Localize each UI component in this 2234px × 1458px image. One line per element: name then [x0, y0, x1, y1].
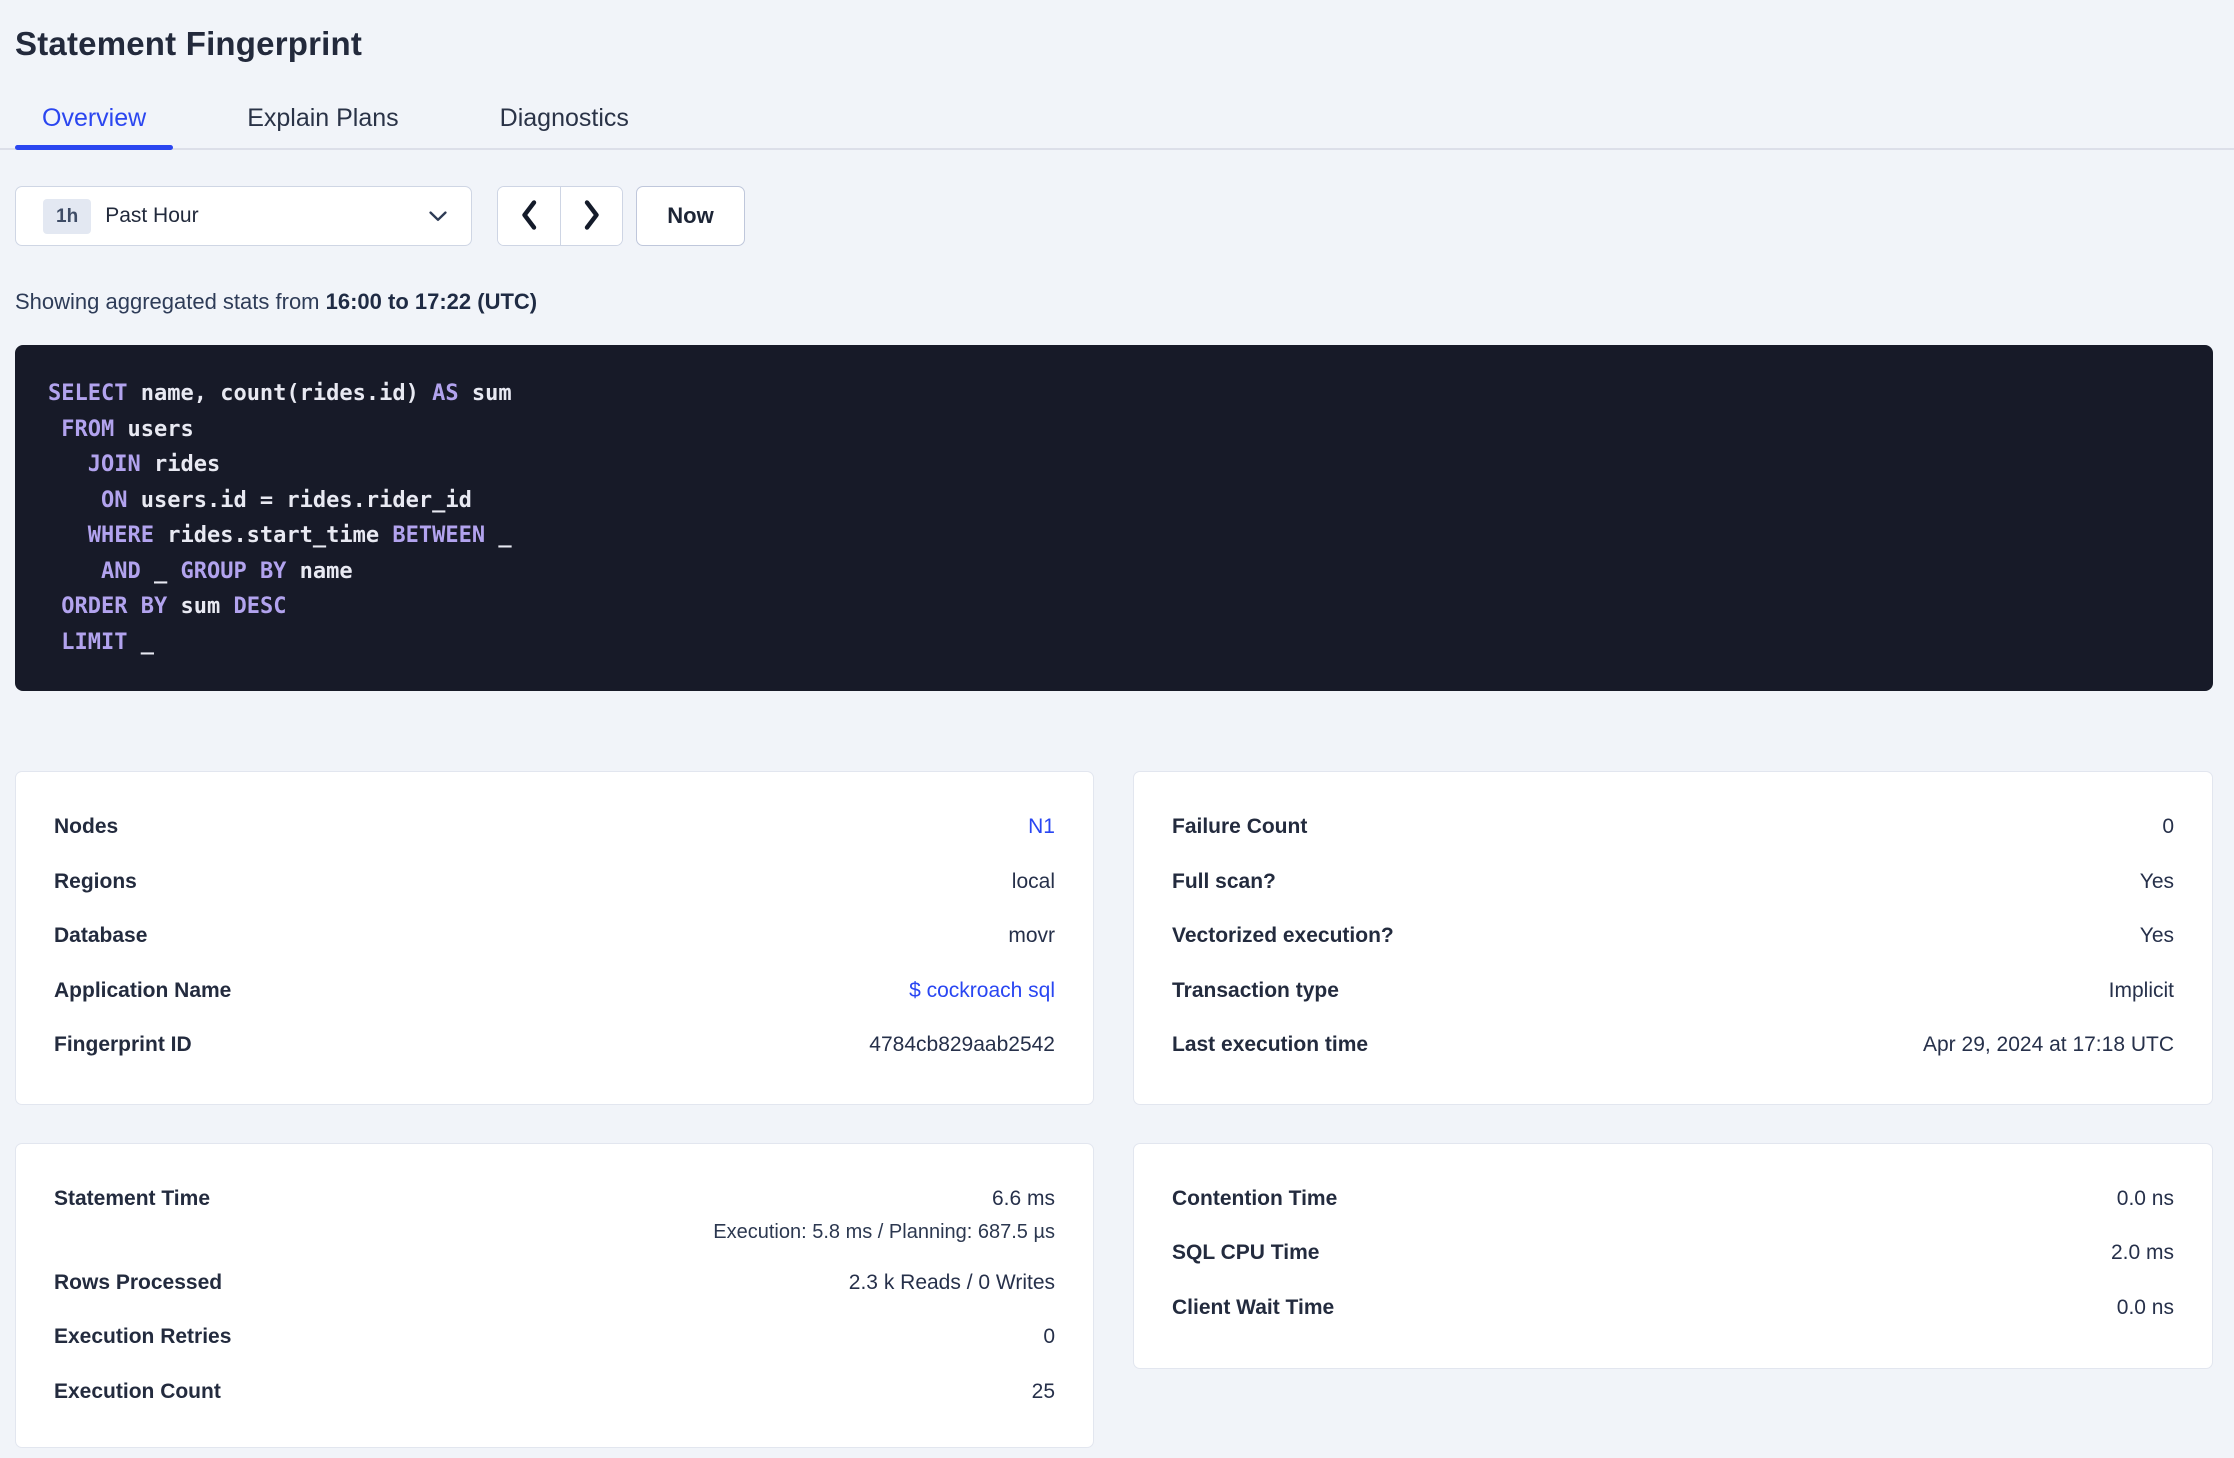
row-label: Contention Time [1172, 1186, 1338, 1210]
row-value: 0 [2162, 815, 2174, 839]
sql-line: WHERE rides.start_time BETWEEN _ [48, 523, 512, 548]
row-value: 2.0 ms [2110, 1241, 2174, 1265]
row-label: Database [54, 924, 148, 948]
detail-row-regions: Regions local [54, 855, 1055, 910]
statement-fingerprint-page: Statement Fingerprint Overview Explain P… [0, 0, 2234, 1448]
row-value: Yes [2139, 924, 2174, 948]
time-pager [497, 186, 623, 246]
row-value: 2.3 k Reads / 0 Writes [848, 1270, 1055, 1294]
sql-statement-code: SELECT name, count(rides.id) AS sum FROM… [48, 376, 2183, 660]
timing-row-contention-time: Contention Time 0.0 ns [1172, 1172, 2174, 1227]
nodes-link[interactable]: N1 [1028, 815, 1055, 839]
row-value: Apr 29, 2024 at 17:18 UTC [1923, 1033, 2174, 1057]
stats-line-prefix: Showing aggregated stats from [15, 289, 326, 314]
row-value: 25 [1031, 1379, 1055, 1403]
detail-row-transaction-type: Transaction type Implicit [1172, 964, 2174, 1019]
time-range-label: Past Hour [105, 204, 199, 227]
sql-line: AND _ GROUP BY name [48, 558, 353, 584]
sql-line: FROM users [48, 416, 194, 442]
row-label: SQL CPU Time [1172, 1241, 1320, 1265]
detail-row-database: Database movr [54, 909, 1055, 964]
chevron-right-icon [581, 199, 603, 234]
detail-row-full-scan: Full scan? Yes [1172, 855, 2174, 910]
row-label: Vectorized execution? [1172, 924, 1394, 948]
page-title: Statement Fingerprint [15, 25, 363, 62]
statement-details-card: Nodes N1 Regions local Database movr App… [15, 771, 1094, 1105]
time-range-badge: 1h [43, 198, 92, 234]
detail-row-fingerprint-id: Fingerprint ID 4784cb829aab2542 [54, 1018, 1055, 1073]
aggregated-stats-line: Showing aggregated stats from 16:00 to 1… [15, 288, 2219, 316]
row-value: 0 [1043, 1325, 1055, 1349]
timing-row-client-wait-time: Client Wait Time 0.0 ns [1172, 1281, 2174, 1336]
row-label: Rows Processed [54, 1270, 223, 1294]
row-label: Execution Count [54, 1379, 221, 1403]
row-value: Implicit [2108, 978, 2174, 1002]
detail-row-vectorized-execution: Vectorized execution? Yes [1172, 909, 2174, 964]
timing-row-sql-cpu-time: SQL CPU Time 2.0 ms [1172, 1226, 2174, 1281]
row-label: Application Name [54, 978, 232, 1002]
detail-row-application-name: Application Name $ cockroach sql [54, 964, 1055, 1019]
tab-bar: Overview Explain Plans Diagnostics [0, 106, 2234, 150]
row-label: Execution Retries [54, 1325, 232, 1349]
timing-row-rows-processed: Rows Processed 2.3 k Reads / 0 Writes [54, 1256, 1055, 1311]
row-label: Fingerprint ID [54, 1033, 192, 1057]
sql-line: JOIN rides [48, 452, 221, 477]
sql-line: ORDER BY sum DESC [48, 594, 287, 619]
detail-row-last-execution-time: Last execution time Apr 29, 2024 at 17:1… [1172, 1018, 2174, 1073]
tab-overview[interactable]: Overview [15, 106, 174, 150]
next-time-button[interactable] [560, 187, 622, 245]
sql-line: SELECT name, count(rides.id) AS sum [48, 381, 512, 406]
wait-timing-card: Contention Time 0.0 ns SQL CPU Time 2.0 … [1133, 1142, 2213, 1369]
row-value: 0.0 ns [2116, 1186, 2174, 1210]
row-label: Client Wait Time [1172, 1295, 1335, 1319]
row-subvalue: Execution: 5.8 ms / Planning: 687.5 µs [713, 1221, 1055, 1243]
execution-attributes-card: Failure Count 0 Full scan? Yes Vectorize… [1133, 771, 2213, 1105]
time-toolbar: 1h Past Hour Now [15, 186, 2219, 246]
timing-row-execution-retries: Execution Retries 0 [54, 1310, 1055, 1365]
row-value: 6.6 ms [991, 1186, 1055, 1210]
row-value: Yes [2139, 869, 2174, 893]
previous-time-button[interactable] [498, 187, 560, 245]
sql-line: LIMIT _ [48, 629, 154, 655]
chevron-down-icon [429, 210, 447, 222]
tab-explain-plans[interactable]: Explain Plans [220, 106, 425, 148]
now-button[interactable]: Now [636, 186, 745, 246]
sql-line: ON users.id = rides.rider_id [48, 487, 472, 513]
row-label: Full scan? [1172, 869, 1276, 893]
application-name-link[interactable]: $ cockroach sql [909, 979, 1055, 1003]
row-label: Transaction type [1172, 978, 1339, 1002]
timing-row-execution-count: Execution Count 25 [54, 1365, 1055, 1420]
stats-line-range: 16:00 to 17:22 (UTC) [325, 289, 538, 314]
tab-diagnostics[interactable]: Diagnostics [473, 106, 656, 148]
row-label: Statement Time [54, 1186, 210, 1210]
row-label: Last execution time [1172, 1033, 1369, 1057]
row-label: Failure Count [1172, 815, 1308, 839]
time-range-dropdown[interactable]: 1h Past Hour [15, 186, 472, 246]
sql-statement-box: SELECT name, count(rides.id) AS sum FROM… [15, 345, 2213, 691]
detail-row-failure-count: Failure Count 0 [1172, 800, 2174, 855]
row-label: Regions [54, 869, 137, 893]
row-value: movr [1008, 924, 1055, 948]
detail-row-nodes: Nodes N1 [54, 800, 1055, 855]
statement-timing-card: Statement Time 6.6 ms Execution: 5.8 ms … [15, 1142, 1094, 1448]
row-value: local [1011, 869, 1055, 893]
timing-row-statement-time: Statement Time 6.6 ms Execution: 5.8 ms … [54, 1172, 1055, 1256]
row-value: 4784cb829aab2542 [869, 1033, 1055, 1057]
row-label: Nodes [54, 815, 119, 839]
chevron-left-icon [518, 199, 540, 234]
row-value: 0.0 ns [2116, 1295, 2174, 1319]
statement-time-values: 6.6 ms Execution: 5.8 ms / Planning: 687… [713, 1172, 1055, 1244]
stat-cards-grid: Nodes N1 Regions local Database movr App… [15, 771, 2219, 1448]
